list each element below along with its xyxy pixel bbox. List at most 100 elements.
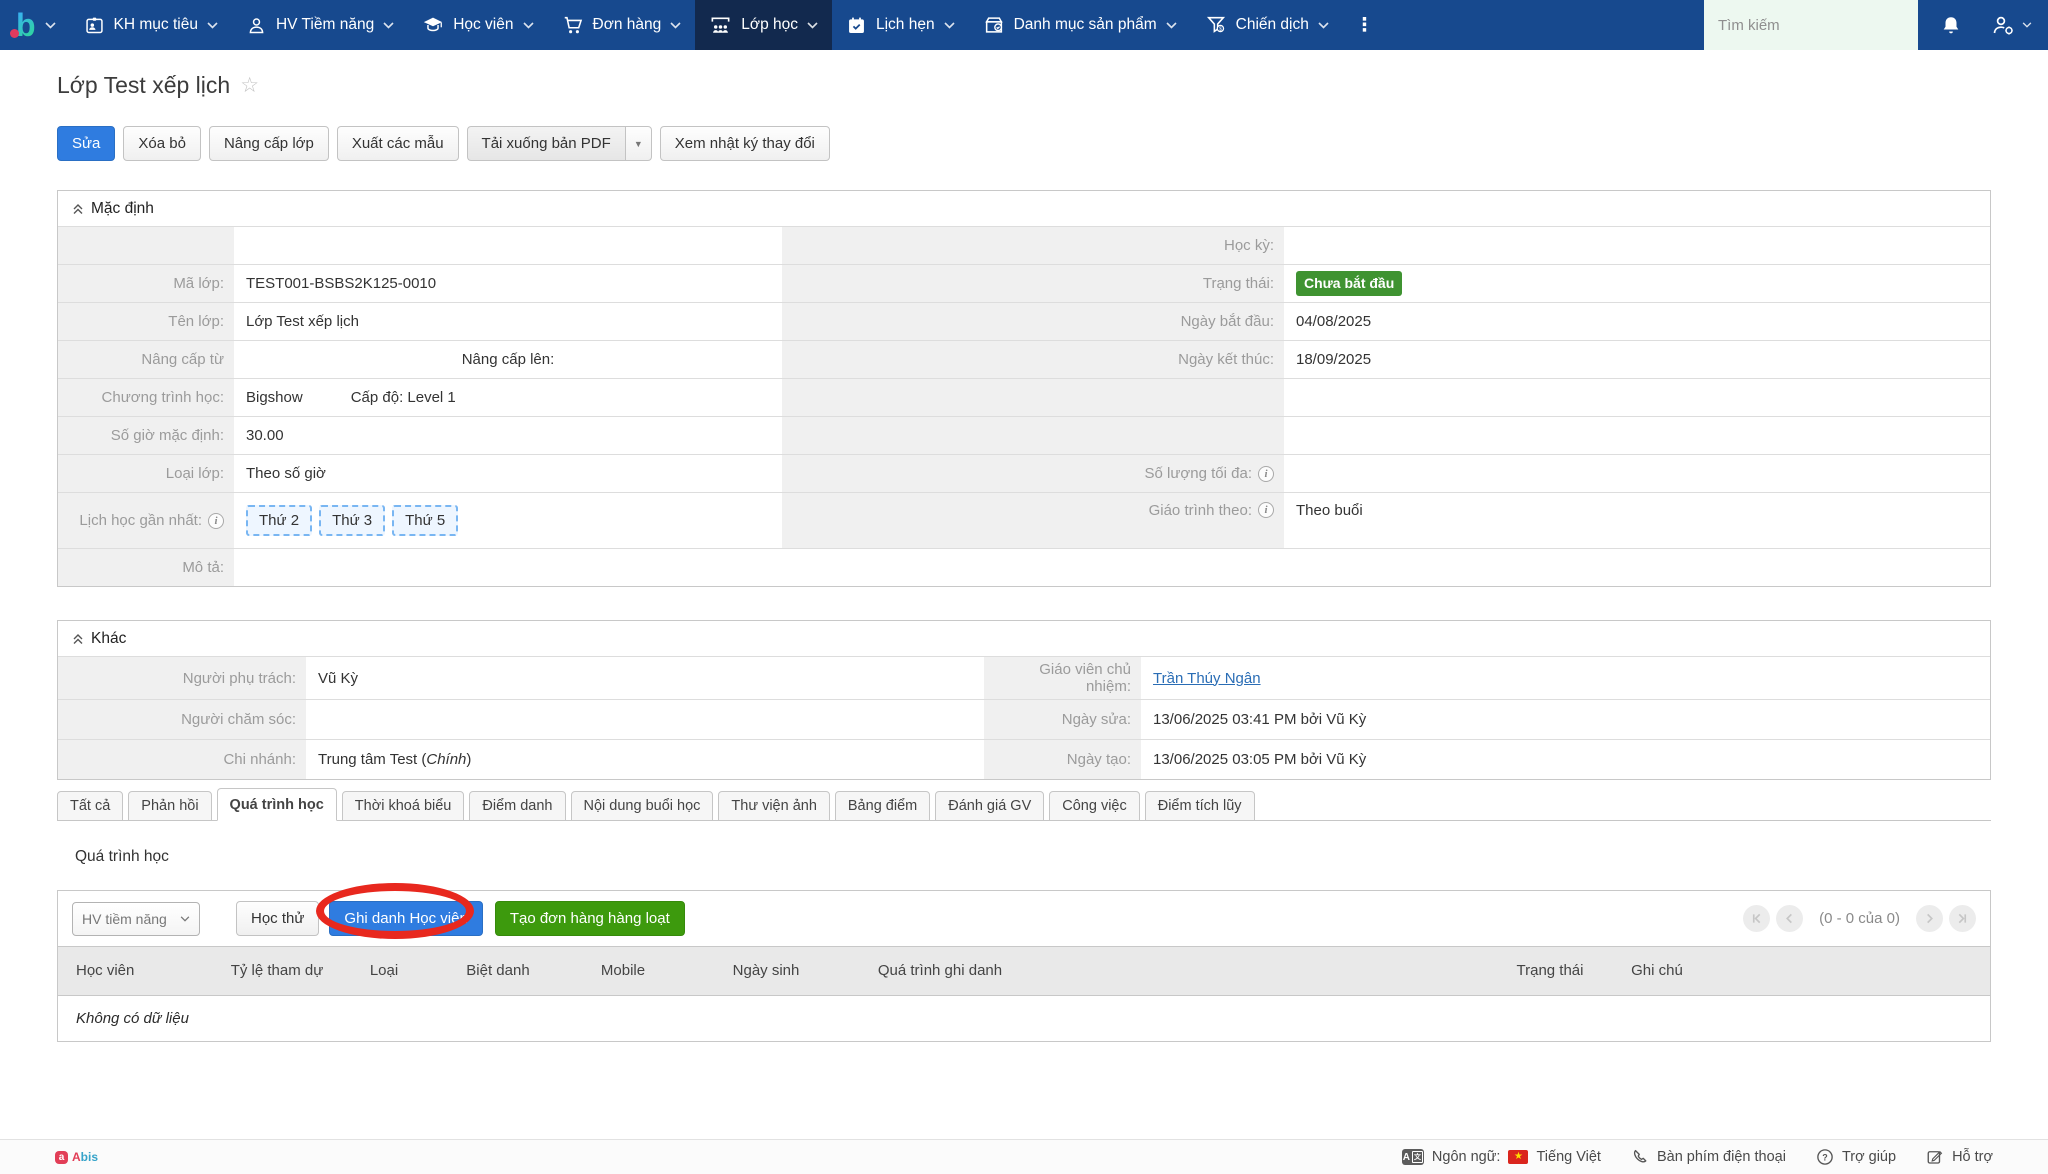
field-value-so-luong-toi-da	[1284, 455, 1990, 492]
language-switcher[interactable]: A文 Ngôn ngữ: ★ Tiếng Việt	[1402, 1149, 1601, 1165]
field-value-chi-nhanh: Trung tâm Test (Chính)	[306, 740, 984, 779]
field-label-so-luong-toi-da: Số lượng tối đa: i	[782, 455, 1284, 492]
column-header-trang-thai[interactable]: Trạng thái	[1491, 958, 1609, 985]
field-label-ngay-sua: Ngày sửa:	[984, 700, 1141, 739]
tab-noi-dung-buoi-hoc[interactable]: Nội dung buổi học	[571, 791, 714, 821]
nav-item-orders[interactable]: Đơn hàng	[548, 0, 696, 50]
brand-logo-icon: b	[16, 9, 36, 41]
teacher-link[interactable]: Trần Thúy Ngân	[1153, 670, 1261, 687]
delete-button[interactable]: Xóa bỏ	[123, 126, 201, 161]
help-button[interactable]: ? Trợ giúp	[1816, 1148, 1896, 1166]
chevron-down-icon	[207, 22, 218, 29]
svg-text:$: $	[1219, 27, 1222, 33]
info-icon[interactable]: i	[1258, 466, 1274, 482]
field-value	[234, 227, 782, 264]
edit-button[interactable]: Sửa	[57, 126, 115, 161]
section-other-header[interactable]: Khác	[58, 621, 1990, 656]
program-name: Bigshow	[246, 389, 303, 406]
nav-item-classes[interactable]: Lớp học	[695, 0, 832, 50]
chevron-down-icon	[2022, 22, 2032, 28]
schedule-chip: Thứ 5	[392, 505, 458, 536]
tab-danh-gia-gv[interactable]: Đánh giá GV	[935, 791, 1044, 821]
chevron-down-icon	[1318, 22, 1329, 29]
notifications-button[interactable]	[1918, 0, 1984, 50]
column-header-ty-le-tham-du[interactable]: Tỷ lệ tham dự	[218, 958, 336, 985]
field-label-lich-hoc: Lịch học gần nhất: i	[58, 493, 234, 548]
next-page-button[interactable]	[1916, 905, 1943, 932]
tab-bang-diem[interactable]: Bảng điểm	[835, 791, 930, 821]
nav-item-label: Đơn hàng	[593, 16, 662, 34]
tab-diem-danh[interactable]: Điểm danh	[469, 791, 565, 821]
nav-item-campaigns[interactable]: $ Chiến dịch	[1191, 0, 1343, 50]
info-icon[interactable]: i	[1258, 502, 1274, 518]
nav-item-students[interactable]: Học viên	[408, 0, 547, 50]
field-value-ngay-ket-thuc: 18/09/2025	[1284, 341, 1990, 378]
export-templates-button[interactable]: Xuất các mẫu	[337, 126, 459, 161]
last-page-icon	[1957, 913, 1968, 924]
view-changelog-button[interactable]: Xem nhật ký thay đổi	[660, 126, 830, 161]
field-label	[58, 227, 234, 264]
column-header-hoc-vien[interactable]: Học viên	[58, 958, 218, 985]
column-header-loai[interactable]: Loại	[336, 958, 432, 985]
column-header-mobile[interactable]: Mobile	[564, 958, 682, 985]
field-label-gvcn: Giáo viên chủ nhiệm:	[984, 657, 1141, 699]
branch-type: Chính	[426, 751, 466, 768]
tab-phan-hoi[interactable]: Phản hồi	[128, 791, 211, 821]
chevron-down-icon	[45, 22, 56, 29]
nav-item-product-catalog[interactable]: Danh mục sản phẩm	[969, 0, 1191, 50]
column-header-qua-trinh-ghi-danh[interactable]: Quá trình ghi danh	[850, 958, 1030, 985]
field-value-trang-thai: Chưa bắt đầu	[1284, 265, 1990, 302]
upgrade-class-button[interactable]: Nâng cấp lớp	[209, 126, 329, 161]
support-button[interactable]: Hỗ trợ	[1926, 1148, 1993, 1166]
field-value-ten-lop: Lớp Test xếp lịch	[234, 303, 782, 340]
tab-qua-trinh-hoc[interactable]: Quá trình học	[217, 788, 337, 821]
last-page-button[interactable]	[1949, 905, 1976, 932]
column-header-biet-danh[interactable]: Biệt danh	[432, 958, 564, 985]
chevron-right-icon	[1924, 913, 1935, 924]
field-value-so-gio: 30.00	[234, 417, 782, 454]
nav-item-label: HV Tiềm năng	[276, 16, 374, 34]
tab-tat-ca[interactable]: Tất cả	[57, 791, 123, 821]
download-pdf-button[interactable]: Tải xuống bản PDF	[467, 126, 625, 161]
user-gear-icon	[1990, 13, 2016, 37]
nav-more-menu[interactable]: ⋮	[1343, 0, 1386, 50]
section-default-header[interactable]: Mặc định	[58, 191, 1990, 226]
favorite-star-icon[interactable]: ☆	[240, 73, 259, 98]
top-navbar: b KH mục tiêu HV Tiềm năng Học viên Đơn …	[0, 0, 2048, 50]
nav-item-leads[interactable]: HV Tiềm năng	[232, 0, 408, 50]
first-page-button[interactable]	[1743, 905, 1770, 932]
lead-filter-select[interactable]: HV tiềm năng	[72, 902, 200, 936]
section-title: Mặc định	[91, 200, 154, 218]
kebab-icon: ⋮	[1355, 14, 1374, 37]
tab-diem-tich-luy[interactable]: Điểm tích lũy	[1145, 791, 1255, 821]
select-value: HV tiềm năng	[82, 911, 167, 927]
field-label-ngay-bat-dau: Ngày bắt đầu:	[782, 303, 1284, 340]
chevron-down-icon	[180, 916, 190, 922]
section-default: Mặc định Học kỳ: Mã lớp: TEST001-BSBS2K1…	[57, 190, 1991, 587]
field-label-ma-lop: Mã lớp:	[58, 265, 234, 302]
column-header-ngay-sinh[interactable]: Ngày sinh	[682, 958, 850, 985]
nav-item-label: Lớp học	[741, 16, 798, 34]
tab-thoi-khoa-bieu[interactable]: Thời khoá biểu	[342, 791, 465, 821]
phone-keyboard-button[interactable]: Bàn phím điện thoại	[1631, 1148, 1786, 1166]
tab-thu-vien-anh[interactable]: Thư viện ảnh	[718, 791, 829, 821]
info-icon[interactable]: i	[208, 513, 224, 529]
search-input[interactable]	[1718, 17, 1917, 34]
bulk-order-button[interactable]: Tạo đơn hàng hàng loạt	[495, 901, 685, 936]
schedule-chip: Thứ 2	[246, 505, 312, 536]
download-pdf-dropdown[interactable]: ▼	[625, 126, 652, 161]
user-menu[interactable]	[1984, 0, 2048, 50]
app-logo-menu[interactable]: b	[0, 0, 70, 50]
prev-page-button[interactable]	[1776, 905, 1803, 932]
column-header-ghi-chu[interactable]: Ghi chú	[1609, 958, 1705, 985]
nav-item-target-customers[interactable]: KH mục tiêu	[70, 0, 232, 50]
product-box-icon	[983, 14, 1005, 36]
support-label: Hỗ trợ	[1952, 1149, 1993, 1165]
enroll-student-button[interactable]: Ghi danh Học viên	[329, 901, 482, 936]
footer-logo[interactable]: a Abis	[55, 1150, 98, 1164]
tab-cong-viec[interactable]: Công việc	[1049, 791, 1139, 821]
trial-button[interactable]: Học thử	[236, 901, 319, 936]
language-label: Ngôn ngữ:	[1432, 1149, 1501, 1165]
detail-tabs: Tất cả Phản hồi Quá trình học Thời khoá …	[57, 788, 1991, 821]
nav-item-appointments[interactable]: Lịch hẹn	[832, 0, 969, 50]
